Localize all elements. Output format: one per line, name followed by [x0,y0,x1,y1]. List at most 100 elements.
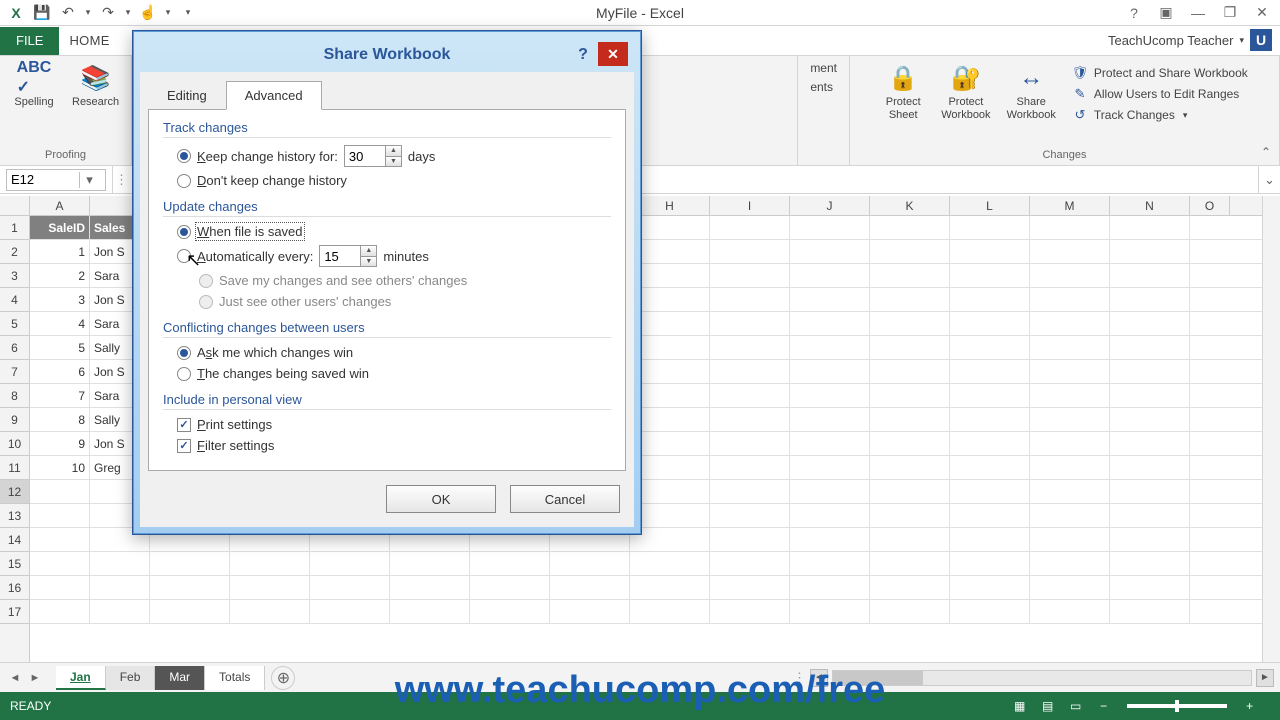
zoom-slider[interactable] [1127,704,1227,708]
protect-sheet-label: Protect Sheet [886,96,921,122]
comment-item-1[interactable]: ment [806,60,841,76]
row-header[interactable]: 4 [0,288,29,312]
radio-auto-every[interactable] [177,249,191,263]
excel-icon[interactable]: X [4,2,28,24]
redo-icon[interactable]: ↷ [96,2,120,24]
protect-share-button[interactable]: 🛡Protect and Share Workbook [1068,64,1252,82]
spin-up-icon[interactable]: ▲ [385,146,401,157]
row-header[interactable]: 2 [0,240,29,264]
new-sheet-icon[interactable]: ⊕ [271,666,295,690]
row-header[interactable]: 9 [0,408,29,432]
ribbon-collapse-icon[interactable]: ⌃ [1256,143,1276,161]
close-icon[interactable]: ✕ [1248,2,1276,24]
allow-edit-button[interactable]: ✎Allow Users to Edit Ranges [1068,85,1252,103]
tab-advanced[interactable]: Advanced [226,81,322,110]
name-box-input[interactable] [7,172,79,187]
name-box[interactable]: ▾ [6,169,106,191]
sheet-tab-totals[interactable]: Totals [205,666,265,690]
zoom-out-icon[interactable]: − [1091,696,1117,716]
radio-when-saved[interactable] [177,225,191,239]
spin-down-icon[interactable]: ▼ [385,157,401,167]
sheet-prev-icon[interactable]: ◄ [6,669,24,687]
research-button[interactable]: 📚 Research [68,60,123,111]
auto-minutes-spinner[interactable]: ▲▼ [319,245,377,267]
radio-ask-win[interactable] [177,346,191,360]
tab-editing[interactable]: Editing [148,81,226,110]
signin-area[interactable]: TeachUcomp Teacher ▾ U [1100,25,1280,55]
col-header[interactable]: O [1190,196,1230,215]
check-filter[interactable]: ✓ [177,439,191,453]
ribbon-display-icon[interactable]: ▣ [1152,2,1180,24]
qat-customize-icon[interactable]: ▾ [176,2,200,24]
sheet-tab-jan[interactable]: Jan [56,666,106,690]
undo-icon[interactable]: ↶ [56,2,80,24]
col-header[interactable]: K [870,196,950,215]
sheet-tab-mar[interactable]: Mar [155,666,205,690]
col-header[interactable]: M [1030,196,1110,215]
spin-up-icon[interactable]: ▲ [360,246,376,257]
save-icon[interactable]: 💾 [30,2,54,24]
row-header[interactable]: 6 [0,336,29,360]
help-icon[interactable]: ? [1120,2,1148,24]
share-workbook-button[interactable]: ↔ Share Workbook [1003,60,1060,124]
row-header[interactable]: 14 [0,528,29,552]
col-header[interactable]: N [1110,196,1190,215]
hscroll-right-icon[interactable]: ► [1256,669,1274,687]
protect-workbook-button[interactable]: 🔐 Protect Workbook [937,60,994,124]
file-tab[interactable]: FILE [0,27,59,55]
col-header[interactable]: L [950,196,1030,215]
tab-home[interactable]: HOME [59,27,119,55]
check-print[interactable]: ✓ [177,418,191,432]
col-header[interactable]: J [790,196,870,215]
radio-keep-history[interactable] [177,149,191,163]
minimize-icon[interactable]: — [1184,2,1212,24]
undo-dropdown-icon[interactable]: ▾ [82,2,94,24]
col-header[interactable]: I [710,196,790,215]
protect-sheet-button[interactable]: 🔒 Protect Sheet [877,60,929,124]
dialog-help-icon[interactable]: ? [570,44,596,66]
restore-icon[interactable]: ❐ [1216,2,1244,24]
cancel-button[interactable]: Cancel [510,485,620,513]
spelling-button[interactable]: ABC✓ Spelling [8,60,60,111]
hscroll-track[interactable] [832,670,1252,686]
formula-expand-icon[interactable]: ⌄ [1258,166,1280,194]
row-header[interactable]: 1 [0,216,29,240]
row-header[interactable]: 10 [0,432,29,456]
radio-dont-keep[interactable] [177,174,191,188]
spin-down-icon[interactable]: ▼ [360,257,376,267]
col-header[interactable]: A [30,196,90,215]
row-header[interactable]: 16 [0,576,29,600]
view-layout-icon[interactable]: ▤ [1035,696,1061,716]
signin-dropdown-icon: ▾ [1239,35,1244,46]
history-days-spinner[interactable]: ▲▼ [344,145,402,167]
row-header[interactable]: 17 [0,600,29,624]
view-normal-icon[interactable]: ▦ [1007,696,1033,716]
ok-button[interactable]: OK [386,485,496,513]
comment-item-2[interactable]: ents [806,79,841,95]
history-days-input[interactable] [345,146,385,166]
zoom-in-icon[interactable]: + [1237,696,1263,716]
row-header[interactable]: 5 [0,312,29,336]
row-header[interactable]: 15 [0,552,29,576]
row-header[interactable]: 3 [0,264,29,288]
row-header[interactable]: 12 [0,480,29,504]
auto-minutes-input[interactable] [320,246,360,266]
track-changes-button[interactable]: ↺Track Changes▾ [1068,106,1252,124]
row-header[interactable]: 8 [0,384,29,408]
touch-dropdown-icon[interactable]: ▾ [162,2,174,24]
sheet-next-icon[interactable]: ► [26,669,44,687]
name-box-dropdown-icon[interactable]: ▾ [79,172,99,188]
radio-saved-win[interactable] [177,367,191,381]
col-header[interactable]: H [630,196,710,215]
redo-dropdown-icon[interactable]: ▾ [122,2,134,24]
select-all-corner[interactable] [0,196,30,216]
vertical-scrollbar[interactable] [1262,196,1280,662]
sheet-tab-feb[interactable]: Feb [106,666,156,690]
dialog-close-icon[interactable]: ✕ [598,42,628,66]
zoom-thumb[interactable] [1175,700,1179,712]
row-header[interactable]: 7 [0,360,29,384]
view-break-icon[interactable]: ▭ [1063,696,1089,716]
row-header[interactable]: 11 [0,456,29,480]
touch-mode-icon[interactable]: ☝ [136,2,160,24]
row-header[interactable]: 13 [0,504,29,528]
